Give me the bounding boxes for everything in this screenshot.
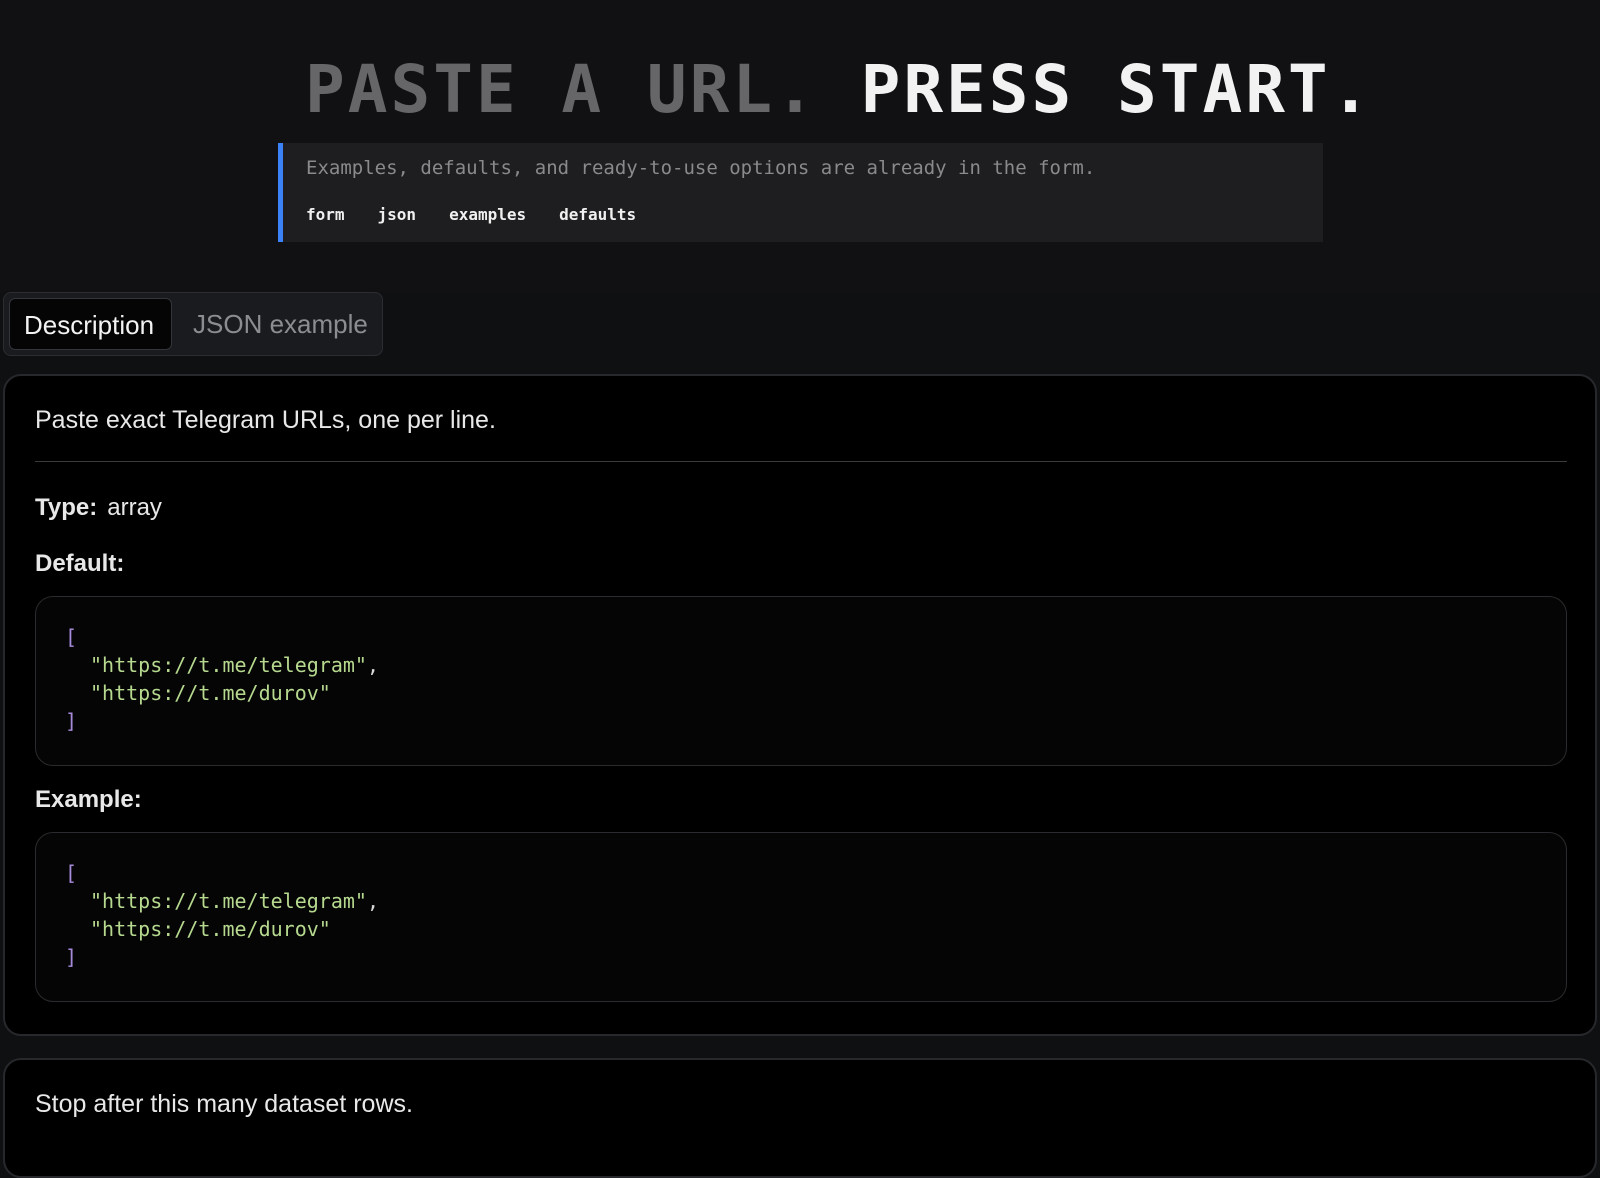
callout-links: form json examples defaults xyxy=(306,205,636,224)
default-label: Default: xyxy=(35,550,125,577)
page-headline: PASTE A URL. PRESS START. xyxy=(305,50,1373,130)
link-json[interactable]: json xyxy=(378,205,417,224)
type-value: array xyxy=(107,494,162,521)
type-label: Type: xyxy=(35,494,98,521)
type-row: Type: array xyxy=(35,494,162,522)
code-open-bracket: [ xyxy=(65,861,78,885)
example-code-block: ["https://t.me/telegram", "https://t.me/d… xyxy=(35,832,1567,1002)
code-close-bracket: ] xyxy=(65,945,78,969)
link-form[interactable]: form xyxy=(306,205,345,224)
field-card-max-rows: Stop after this many dataset rows. xyxy=(3,1058,1597,1178)
code-close-bracket: ] xyxy=(65,709,78,733)
tab-json-example[interactable]: JSON example xyxy=(179,298,382,350)
code-string-value: "https://t.me/durov" xyxy=(90,681,331,705)
hero-section: PASTE A URL. PRESS START. Examples, defa… xyxy=(0,0,1600,292)
code-open-bracket: [ xyxy=(65,625,78,649)
default-code: ["https://t.me/telegram", "https://t.me/d… xyxy=(65,623,379,735)
headline-bright: PRESS START. xyxy=(860,51,1374,128)
info-callout: Examples, defaults, and ready-to-use opt… xyxy=(278,143,1323,242)
default-code-block: ["https://t.me/telegram", "https://t.me/d… xyxy=(35,596,1567,766)
code-string: "https://t.me/durov" xyxy=(65,915,379,943)
code-string-value: "https://t.me/telegram" xyxy=(90,889,367,913)
code-string-value: "https://t.me/telegram" xyxy=(90,653,367,677)
code-string: "https://t.me/telegram", xyxy=(65,651,379,679)
example-label: Example: xyxy=(35,786,142,813)
tab-description[interactable]: Description xyxy=(9,298,172,350)
divider xyxy=(35,461,1567,462)
link-defaults[interactable]: defaults xyxy=(559,205,636,224)
headline-dim: PASTE A URL. xyxy=(305,51,818,128)
callout-text: Examples, defaults, and ready-to-use opt… xyxy=(306,157,1096,179)
code-comma: , xyxy=(366,889,379,913)
field-card-urls: Paste exact Telegram URLs, one per line.… xyxy=(3,374,1597,1036)
code-comma: , xyxy=(366,653,379,677)
tab-bar: Description JSON example xyxy=(3,292,383,356)
link-examples[interactable]: examples xyxy=(449,205,526,224)
code-string: "https://t.me/durov" xyxy=(65,679,379,707)
code-string: "https://t.me/telegram", xyxy=(65,887,379,915)
code-string-value: "https://t.me/durov" xyxy=(90,917,331,941)
example-code: ["https://t.me/telegram", "https://t.me/d… xyxy=(65,859,379,971)
field-description: Paste exact Telegram URLs, one per line. xyxy=(35,406,496,434)
field-description: Stop after this many dataset rows. xyxy=(35,1090,413,1118)
